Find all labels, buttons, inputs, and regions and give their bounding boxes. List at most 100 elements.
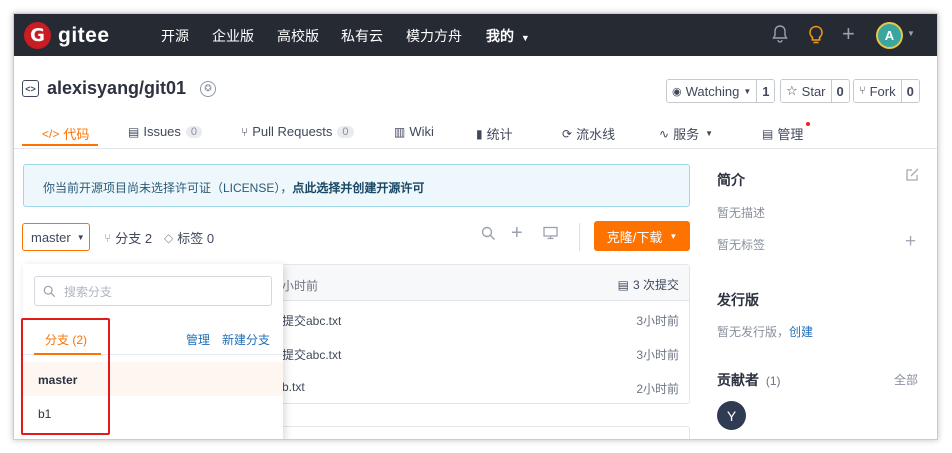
tab-services-label: 服务: [673, 127, 700, 142]
contributor-avatar[interactable]: Y: [717, 401, 746, 430]
tab-services[interactable]: ∿ 服务 ▼: [659, 124, 713, 143]
branch-count-label: 分支 2: [115, 231, 153, 246]
no-description-text: 暂无描述: [717, 206, 766, 220]
tab-pull-requests[interactable]: ⑂ Pull Requests 0: [241, 124, 354, 139]
watch-button[interactable]: ◉ Watching ▼: [667, 80, 757, 102]
repo-name[interactable]: alexisyang/git01: [47, 78, 186, 99]
star-label: Star: [801, 83, 826, 99]
branch-search-placeholder: 搜索分支: [64, 284, 113, 299]
chevron-down-icon: ▼: [705, 129, 713, 138]
create-release-link[interactable]: 创建: [789, 325, 813, 339]
top-navbar: G gitee 开源 企业版 高校版 私有云 模力方舟 我的 ▼ + A ▼: [14, 14, 937, 56]
browser-frame: G gitee 开源 企业版 高校版 私有云 模力方舟 我的 ▼ + A ▼ <…: [13, 13, 938, 440]
tab-stats[interactable]: ▮ 统计: [476, 124, 513, 143]
file-row-time: 2小时前: [636, 382, 679, 396]
tag-count-link[interactable]: ◇ 标签 0: [164, 228, 214, 247]
intro-heading: 简介: [717, 172, 745, 188]
star-count[interactable]: 0: [830, 80, 849, 102]
fork-label: Fork: [869, 83, 896, 99]
add-file-icon[interactable]: +: [511, 222, 523, 245]
gitee-logo-text: gitee: [58, 23, 110, 47]
user-avatar[interactable]: A: [876, 22, 903, 49]
tab-issues-count: 0: [185, 125, 203, 138]
code-icon: </>: [42, 126, 60, 141]
eye-icon: ◉: [672, 85, 682, 98]
clone-download-button[interactable]: 克隆/下载 ▼: [594, 221, 690, 251]
tab-pr-label: Pull Requests: [252, 124, 333, 139]
active-tab-indicator: [22, 144, 98, 146]
tab-pipeline[interactable]: ⟳ 流水线: [562, 124, 615, 143]
fork-icon: ⑂: [859, 85, 866, 97]
file-row-time: 3小时前: [636, 348, 679, 362]
add-tag-plus-icon[interactable]: +: [905, 231, 916, 253]
search-icon: [43, 285, 56, 297]
all-contributors-link[interactable]: 全部: [894, 371, 918, 388]
watch-label: Watching: [685, 83, 740, 99]
commit-count-label: 3 次提交: [632, 278, 679, 292]
bell-icon[interactable]: [772, 25, 788, 48]
chevron-down-icon: ▼: [76, 232, 85, 242]
tab-issues-label: Issues: [143, 124, 181, 139]
gitee-logo[interactable]: G gitee: [24, 22, 110, 49]
file-row-commit-msg[interactable]: 提交abc.txt: [282, 346, 341, 363]
contributors-label: 贡献者: [717, 372, 759, 388]
license-notice-link[interactable]: 点此选择并创建开源许可: [292, 181, 424, 195]
star-button[interactable]: ☆ Star: [781, 80, 831, 102]
tab-stats-label: 统计: [486, 127, 513, 142]
pipeline-icon: ⟳: [562, 126, 573, 141]
code-repo-icon: <>: [22, 80, 39, 97]
branch-select-label: master: [31, 229, 71, 245]
nav-item-opensource[interactable]: 开源: [161, 26, 189, 46]
tab-code[interactable]: </> 代码: [42, 124, 89, 143]
star-button-group[interactable]: ☆ Star 0: [780, 79, 850, 103]
commits-icon: ▤: [617, 278, 629, 292]
branch-search-input[interactable]: 搜索分支: [34, 276, 272, 306]
contributors-count: (1): [765, 374, 781, 388]
watch-count[interactable]: 1: [756, 80, 775, 102]
tag-icon: ◇: [164, 230, 174, 245]
toolbar-divider: [579, 223, 580, 251]
search-icon[interactable]: [481, 226, 496, 246]
file-row-commit-msg[interactable]: b.txt: [282, 380, 305, 394]
manage-branches-link[interactable]: 管理: [186, 331, 210, 348]
branch-icon: ⑂: [104, 230, 112, 245]
edit-icon[interactable]: [905, 167, 920, 186]
branch-select-button[interactable]: master ▼: [22, 223, 90, 251]
pulse-icon: ∿: [659, 126, 670, 141]
tab-manage[interactable]: ▤ 管理: [762, 124, 803, 143]
notification-dot: [806, 122, 810, 126]
book-icon: ▥: [394, 124, 406, 139]
recommend-badge-icon[interactable]: ✪: [200, 80, 217, 97]
nav-item-mine[interactable]: 我的 ▼: [486, 26, 530, 46]
chevron-down-icon: ▼: [743, 86, 752, 96]
bar-chart-icon: ▮: [476, 126, 483, 141]
monitor-icon[interactable]: [543, 226, 558, 245]
repo-header: <> alexisyang/git01 ✪: [22, 78, 217, 99]
document-icon: ▤: [762, 126, 774, 141]
branch-count-link[interactable]: ⑂ 分支 2: [104, 228, 152, 247]
fork-button[interactable]: ⑂ Fork: [854, 80, 901, 102]
new-branch-link[interactable]: 新建分支: [222, 331, 270, 348]
lightbulb-icon[interactable]: [807, 25, 825, 50]
license-notice: 你当前开源项目尚未选择许可证（LICENSE），点此选择并创建开源许可: [23, 164, 690, 207]
tab-pipeline-label: 流水线: [576, 127, 616, 142]
avatar-chevron-down-icon[interactable]: ▼: [907, 29, 915, 38]
fork-button-group[interactable]: ⑂ Fork 0: [853, 79, 920, 103]
fork-count[interactable]: 0: [900, 80, 919, 102]
no-releases-text: 暂无发行版，创建: [717, 323, 813, 340]
last-commit-time: 小时前: [282, 279, 319, 293]
tab-issues[interactable]: ▤ Issues 0: [128, 124, 203, 139]
watch-button-group[interactable]: ◉ Watching ▼ 1: [666, 79, 776, 103]
nav-item-moli[interactable]: 模力方舟: [406, 26, 462, 46]
commit-count-link[interactable]: ▤ 3 次提交: [618, 276, 679, 293]
plus-icon[interactable]: +: [842, 21, 855, 47]
releases-heading: 发行版: [717, 292, 759, 308]
nav-item-private-cloud[interactable]: 私有云: [341, 26, 383, 46]
nav-item-enterprise[interactable]: 企业版: [212, 26, 254, 46]
tab-pr-count: 0: [337, 125, 354, 138]
tab-wiki[interactable]: ▥ Wiki: [394, 124, 434, 139]
clone-download-label: 克隆/下载: [606, 229, 663, 245]
file-row-time: 3小时前: [636, 314, 679, 328]
file-row-commit-msg[interactable]: 提交abc.txt: [282, 312, 341, 329]
nav-item-education[interactable]: 高校版: [277, 26, 319, 46]
